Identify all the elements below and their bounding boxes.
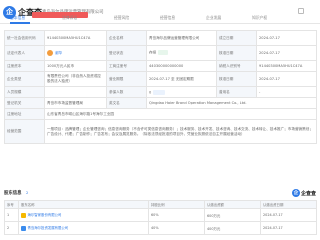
address-label: 注册地址 bbox=[4, 108, 45, 120]
company-name-value: 青岛海尔品牌运营管理有限公司 bbox=[146, 30, 217, 46]
shareholder-cell: 海尔智家股份有限公司 bbox=[18, 208, 149, 222]
staff-size-label: 人员规模 bbox=[4, 86, 45, 98]
english-name-label: 英文名 bbox=[106, 97, 147, 109]
col-name-header: 股东名称 bbox=[18, 200, 149, 209]
legal-rep-link[interactable]: 谢华 bbox=[55, 51, 62, 55]
info-row: 企业类型 有限责任公司（非自然人投资或控股的法人独资） 营业期限 2024-07… bbox=[4, 71, 317, 87]
info-row: 统一社会信用代码 91440300MA5HU1C47A 企业名称 青岛海尔品牌运… bbox=[4, 30, 317, 46]
credit-code-value: 91440300MA5HU1C47A bbox=[44, 30, 107, 46]
business-scope-label: 经营范围 bbox=[4, 119, 45, 144]
col-index-header: 序号 bbox=[4, 200, 19, 209]
section-title: 股东信息 bbox=[4, 191, 22, 196]
shareholder-cell: 青岛海尔投资发展有限公司 bbox=[18, 221, 149, 235]
insured-badge bbox=[153, 89, 166, 95]
tax-id-value: 91440300MA5HU1C47A bbox=[256, 60, 317, 72]
tab-ip[interactable]: 知识产权 bbox=[252, 15, 267, 22]
tab-basic-info[interactable]: 基本信息 bbox=[10, 15, 25, 22]
tab-risk[interactable]: 经营风险 bbox=[114, 15, 129, 22]
active-tab-indicator bbox=[10, 22, 30, 24]
info-row: 登记机关 青岛市市场监督管理局 英文名 Qingdao Haier Brand … bbox=[4, 97, 317, 109]
insured-value: 0 bbox=[149, 90, 152, 94]
insured-label: 参保人数 bbox=[106, 86, 147, 98]
row-index: 1 bbox=[4, 208, 19, 222]
qichacha-watermark-logo: 企 企查查 bbox=[291, 189, 316, 197]
capital-label: 注册资本 bbox=[4, 60, 45, 72]
table-row[interactable]: 2 青岛海尔投资发展有限公司 40% 400万元 2024-07-17 bbox=[4, 221, 317, 235]
former-name-label: 曾用名 bbox=[216, 86, 257, 98]
logo-mark: 企 bbox=[291, 189, 300, 197]
col-amount-header: 认缴出资额 bbox=[204, 200, 261, 209]
status-cell: 存续 bbox=[146, 45, 217, 61]
approve-date-label-2: 核准日期 bbox=[216, 71, 257, 87]
legal-rep-cell: 谢华 bbox=[44, 45, 107, 61]
table-row[interactable]: 1 海尔智家股份有限公司 60% 600万元 2024-07-17 bbox=[4, 208, 317, 222]
english-name-value: Qingdao Haier Brand Operation Management… bbox=[146, 97, 317, 109]
staff-size-value bbox=[44, 86, 107, 98]
info-row: 注册资本 1000万元人民币 工商注册号 440300000000000 纳税人… bbox=[4, 60, 317, 72]
info-row: 注册地址 山东省青岛市崂山区海尔路1号海尔工业园 bbox=[4, 108, 317, 120]
term-label: 营业期限 bbox=[106, 71, 147, 87]
company-icon bbox=[21, 212, 26, 218]
business-scope-value: 一般项目：品牌管理；企业管理咨询；信息咨询服务（不含许可类信息咨询服务）；技术服… bbox=[44, 119, 317, 144]
section-count: 2 bbox=[26, 191, 29, 195]
capital-value: 1000万元人民币 bbox=[44, 60, 107, 72]
shareholder-link[interactable]: 青岛海尔投资发展有限公司 bbox=[28, 226, 69, 230]
company-icon bbox=[21, 225, 26, 231]
info-row: 法定代表人 谢华 登记状态 存续 核准日期 2024-07-17 bbox=[4, 45, 317, 61]
status-value: 存续 bbox=[149, 50, 157, 55]
reg-number-label: 工商注册号 bbox=[106, 60, 147, 72]
table-header-row: 序号 股东名称 持股比例 认缴出资额 认缴出资日期 bbox=[4, 200, 317, 209]
credit-code-label: 统一社会信用代码 bbox=[4, 30, 45, 46]
date-value: 2024-07-17 bbox=[260, 221, 317, 235]
app-header: 企 企查查 青岛海尔品牌运营管理有限公司 基本信息 法律诉讼 经营风险 经营信息… bbox=[0, 0, 320, 24]
address-value: 山东省青岛市崂山区海尔路1号海尔工业园 bbox=[44, 108, 317, 120]
col-ratio-header: 持股比例 bbox=[148, 200, 205, 209]
approve-date-value: 2024-07-17 bbox=[256, 45, 317, 61]
info-row: 人员规模 参保人数 0 曾用名 - bbox=[4, 86, 317, 98]
company-type-label: 企业类型 bbox=[4, 71, 45, 87]
shareholder-link[interactable]: 海尔智家股份有限公司 bbox=[28, 213, 62, 217]
tab-legal[interactable]: 法律诉讼 bbox=[62, 15, 77, 22]
approve-date-value-2: 2024-07-17 bbox=[256, 71, 317, 87]
approve-date-label: 核准日期 bbox=[216, 45, 257, 61]
ratio-value: 60% bbox=[148, 208, 205, 222]
authority-label: 登记机关 bbox=[4, 97, 45, 109]
company-name-label: 企业名称 bbox=[106, 30, 147, 46]
former-name-value: - bbox=[256, 86, 317, 98]
shareholder-section-header: 股东信息 2 企 企查查 bbox=[4, 189, 316, 199]
row-index: 2 bbox=[4, 221, 19, 235]
shareholder-table: 序号 股东名称 持股比例 认缴出资额 认缴出资日期 1 海尔智家股份有限公司 6… bbox=[4, 200, 317, 235]
date-value: 2024-07-17 bbox=[260, 208, 317, 222]
logo-text: 企查查 bbox=[300, 190, 316, 197]
company-type-value: 有限责任公司（非自然人投资或控股的法人独资） bbox=[44, 71, 107, 87]
founded-date-value: 2024-07-17 bbox=[256, 30, 317, 46]
authority-value: 青岛市市场监督管理局 bbox=[44, 97, 107, 109]
insured-cell: 0 bbox=[146, 86, 217, 98]
avatar bbox=[47, 50, 53, 56]
founded-date-label: 成立日期 bbox=[216, 30, 257, 46]
term-value: 2024-07-17 至 无固定期限 bbox=[146, 71, 217, 87]
amount-value: 600万元 bbox=[204, 208, 261, 222]
tax-id-label: 纳税人识别号 bbox=[216, 60, 257, 72]
status-label: 登记状态 bbox=[106, 45, 147, 61]
basic-info-table: 统一社会信用代码 91440300MA5HU1C47A 企业名称 青岛海尔品牌运… bbox=[4, 30, 317, 144]
tab-operation[interactable]: 经营信息 bbox=[160, 15, 175, 22]
tab-development[interactable]: 企业发展 bbox=[206, 15, 221, 22]
info-row: 经营范围 一般项目：品牌管理；企业管理咨询；信息咨询服务（不含许可类信息咨询服务… bbox=[4, 119, 317, 144]
status-badge bbox=[158, 50, 169, 56]
legal-rep-label: 法定代表人 bbox=[4, 45, 45, 61]
ratio-value: 40% bbox=[148, 221, 205, 235]
col-date-header: 认缴出资日期 bbox=[260, 200, 317, 209]
amount-value: 400万元 bbox=[204, 221, 261, 235]
tab-bar: 基本信息 法律诉讼 经营风险 经营信息 企业发展 知识产权 bbox=[0, 12, 320, 24]
reg-number-value: 440300000000000 bbox=[146, 60, 217, 72]
